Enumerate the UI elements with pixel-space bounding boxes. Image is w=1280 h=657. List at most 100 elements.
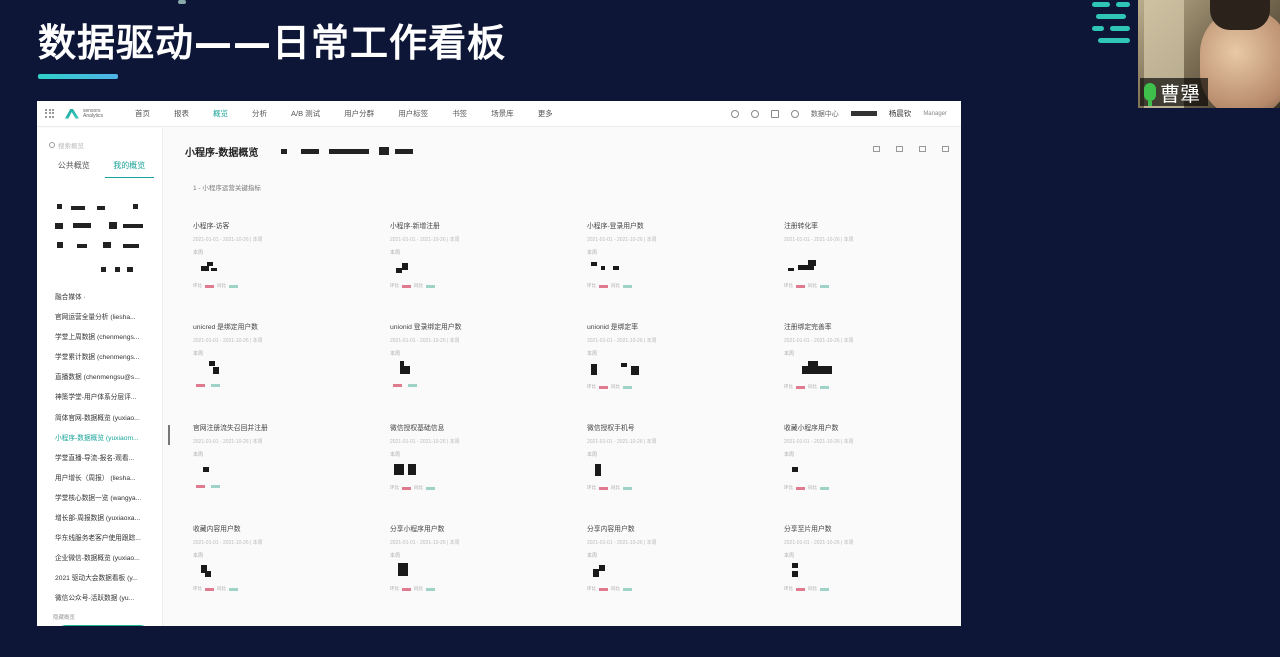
metric-card-title: 官网注册流失召回并注册 [193,425,268,432]
metric-card[interactable]: 微信授权手机号 2021-01-01 - 2021-10-26 | 本周 本周 环比 同… [587,422,767,522]
sidebar-overview-item[interactable]: 神策学堂-用户体系分层评... [55,391,159,411]
help-icon[interactable] [750,109,759,118]
redacted-value [631,365,639,376]
sidebar-overview-item[interactable]: 2021 驱动大会数据看板 (y... [55,572,159,592]
metric-card[interactable]: 小程序-新增注册 2021-01-01 - 2021-10-26 | 本周 本周 环比… [390,220,570,320]
metric-card[interactable]: 收藏小程序用户数 2021-01-01 - 2021-10-26 | 本周 本周 环比… [784,422,961,522]
tab-my-overview[interactable]: 我的概览 [104,160,154,178]
nav-item[interactable]: 报表 [162,108,201,119]
legend-label: 环比 [784,586,793,591]
legend-label: 环比 [390,586,399,591]
redacted-value [394,463,404,475]
sidebar-overview-item[interactable]: 融合媒体 · [55,291,159,311]
more-icon[interactable] [942,146,949,152]
redacted-value [205,571,211,578]
metric-card-title: 分享内容用户数 [587,526,635,533]
metric-card-date: 2021-01-01 - 2021-10-26 | 本周 [587,338,657,344]
sidebar-overview-item[interactable]: 微信公众号-活跃数据 (yu... [55,592,159,612]
sidebar-overview-item[interactable]: 学堂核心数据一览 (wangya... [55,492,159,512]
redacted-value [792,563,798,568]
redacted-value [593,569,599,578]
notification-icon[interactable] [770,109,779,118]
metric-card[interactable]: 注册转化率 2021-01-01 - 2021-10-26 | 本周 环比 同比 [784,220,961,320]
legend-swatch [426,486,435,490]
legend-swatch [196,384,205,387]
metric-card-period: 本周 [193,351,204,357]
metric-card[interactable]: unionid 登录绑定用户数 2021-01-01 - 2021-10-26 |… [390,321,570,421]
legend-swatch [205,284,214,288]
metric-card[interactable]: 官网注册流失召回并注册 2021-01-01 - 2021-10-26 | 本周本… [193,422,373,522]
overview-list: 融合媒体 · 官网运营全量分析 (liesha... 学堂上周数据 (chenmen… [55,291,159,613]
metric-card-title: unicred 是绑定用户数 [193,324,258,331]
page-tools [873,146,949,152]
metric-card-date: 2021-01-01 - 2021-10-26 | 本周 [784,237,854,243]
apps-grid-icon[interactable] [45,108,55,119]
sidebar-overview-item[interactable]: 官网运营全量分析 (liesha... [55,311,159,331]
metric-card-period: 本周 [587,452,598,458]
redacted-block [55,223,63,229]
data-center-link[interactable]: 数据中心 [811,109,839,119]
legend-swatch [623,385,632,389]
sidebar-overview-item[interactable]: 用户增长（周报） (liesha... [55,472,159,492]
metric-card[interactable]: 小程序-登录用户数 2021-01-01 - 2021-10-26 | 本周 本周环… [587,220,767,320]
sidebar-overview-item[interactable]: 学堂直播-导流-报名-观看... [55,452,159,472]
metric-card[interactable]: unicred 是绑定用户数 2021-01-01 - 2021-10-26 | … [193,321,373,421]
legend-swatch [796,486,805,490]
user-name[interactable]: 杨晨钦 [889,108,912,119]
metric-card-period: 本周 [784,452,795,458]
metric-card-period: 本周 [193,452,204,458]
metric-card-title: unionid 登录绑定用户数 [390,324,462,331]
sidebar-overview-item[interactable]: 增长部-周报数据 (yuxiaoxa... [55,512,159,532]
nav-item[interactable]: 用户标签 [386,108,440,119]
tab-public-overview[interactable]: 公共概览 [49,160,99,178]
nav-item[interactable]: A/B 测试 [279,108,332,119]
metric-card-period: 本周 [587,351,598,357]
metric-card[interactable]: 微信授权基础信息 2021-01-01 - 2021-10-26 | 本周 本周 环比… [390,422,570,522]
legend-swatch [205,587,214,591]
sidebar-overview-item[interactable]: 直播数据 (chenmengsu@s... [55,371,159,391]
nav-item[interactable]: 场景库 [479,108,526,119]
metric-card-title: 微信授权手机号 [587,425,635,432]
bell-icon[interactable] [790,109,799,118]
nav-item[interactable]: 更多 [526,108,565,119]
sidebar-overview-item[interactable]: 小程序-数据概览 (yuxiaom... [55,432,159,452]
sidebar-overview-item[interactable]: 企业微信-数据概览 (yuxiao... [55,552,159,572]
legend-swatch [408,384,417,387]
app-logo[interactable]: sensors Analytics [65,108,107,119]
nav-item[interactable]: 概览 [201,108,240,119]
metric-card-legend: 环比 同比 [784,283,829,289]
legend-label: 环比 [390,283,399,288]
legend-label: 同比 [808,586,817,591]
sidebar-overview-item[interactable]: 华东线服务老客户使用跟踪... [55,532,159,552]
main-content: 小程序-数据概览 1 - 小程序运营关键指标 小程序-访客 2021-01-01 … [185,128,961,626]
legend-label: 同比 [414,485,423,490]
refresh-icon[interactable] [919,146,926,152]
title-underline [38,74,118,79]
nav-item[interactable]: 首页 [123,108,162,119]
sidebar-overview-item[interactable]: 简体官网-数据概览 (yuxiao... [55,412,159,432]
search-icon[interactable] [730,109,739,118]
legend-swatch [796,284,805,288]
metric-card[interactable]: 收藏内容用户数 2021-01-01 - 2021-10-26 | 本周 本周 环比 同… [193,523,373,623]
user-role: Manager [923,110,947,117]
metric-card-title: 注册绑定完善率 [784,324,832,331]
sidebar-scrollbar[interactable] [168,425,170,445]
metric-card[interactable]: 分享至片用户数 2021-01-01 - 2021-10-26 | 本周 本周 环比 同… [784,523,961,623]
nav-item[interactable]: 分析 [240,108,279,119]
metric-card[interactable]: 分享小程序用户数 2021-01-01 - 2021-10-26 | 本周 本周 环比… [390,523,570,623]
brand-mark-icon [1092,0,1136,54]
metric-card[interactable]: unionid 是绑定率 2021-01-01 - 2021-10-26 | 本周… [587,321,767,421]
nav-item[interactable]: 用户分群 [332,108,386,119]
filter-icon[interactable] [896,146,903,152]
redacted-block [115,267,120,272]
sidebar-overview-item[interactable]: 学堂上周数据 (chenmengs... [55,331,159,351]
metric-card-period: 本周 [390,250,401,256]
metric-card[interactable]: 小程序-访客 2021-01-01 - 2021-10-26 | 本周 本周 环比 同比 [193,220,373,320]
redacted-value [621,362,627,368]
metric-card[interactable]: 注册绑定完善率 2021-01-01 - 2021-10-26 | 本周 本周 环比 同… [784,321,961,421]
nav-item[interactable]: 书签 [440,108,479,119]
metric-card[interactable]: 分享内容用户数 2021-01-01 - 2021-10-26 | 本周 本周 环比 同… [587,523,767,623]
fullscreen-icon[interactable] [873,146,880,152]
sidebar-search[interactable]: 搜索概览 [49,140,84,150]
sidebar-overview-item[interactable]: 学堂累计数据 (chenmengs... [55,351,159,371]
